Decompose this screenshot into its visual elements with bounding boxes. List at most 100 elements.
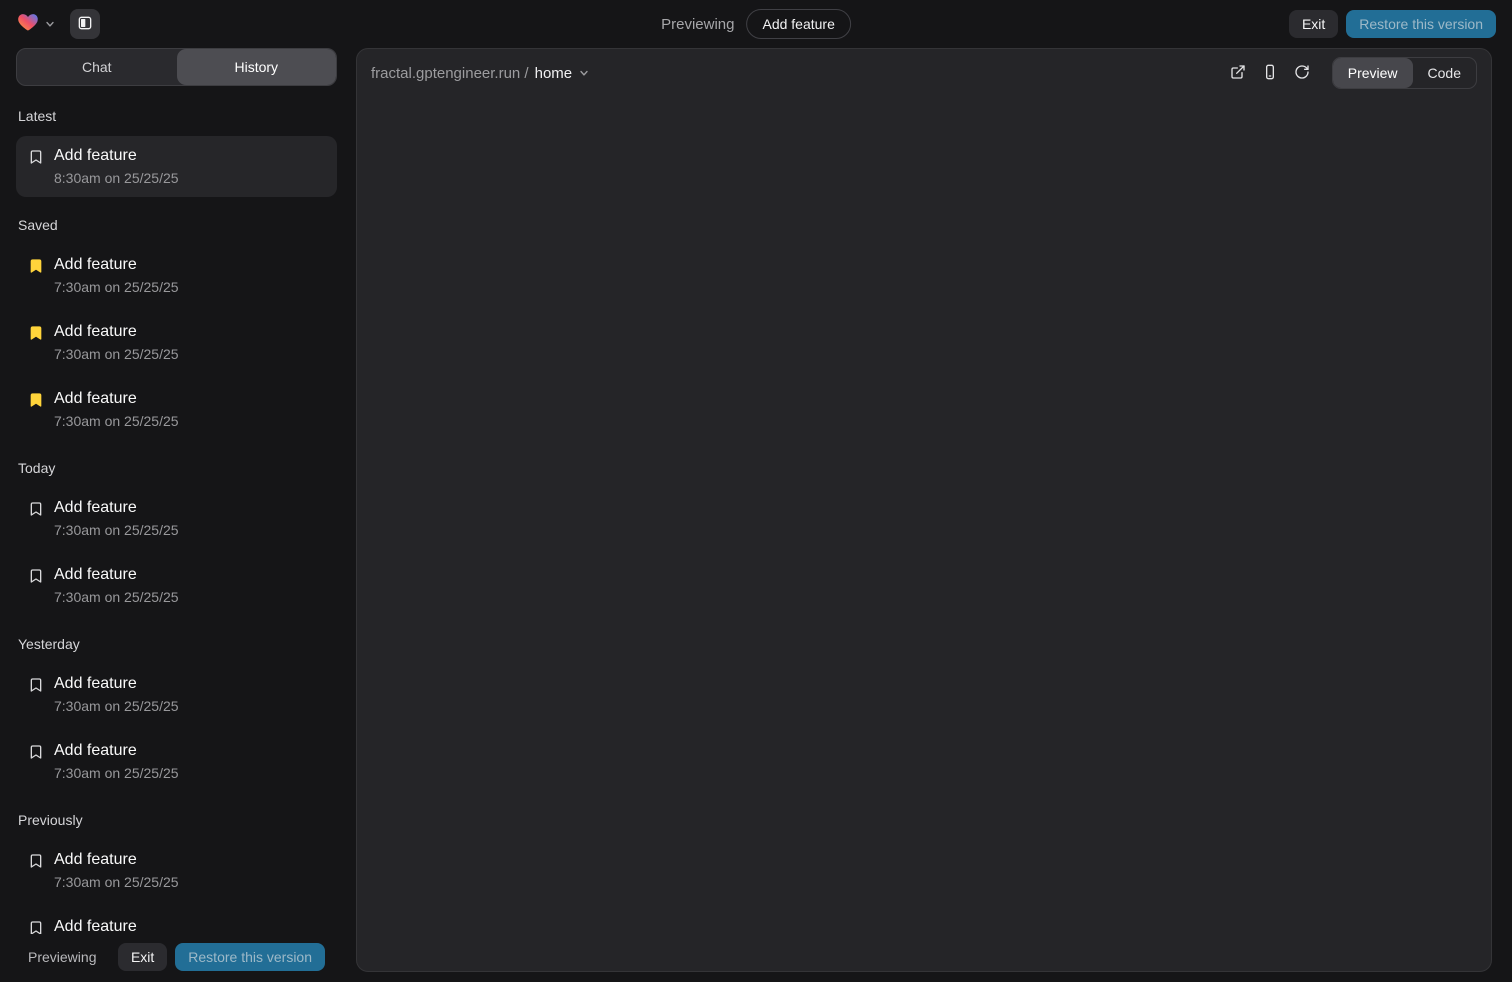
history-item-text: Add feature 7:30am on 25/25/25 <box>54 498 179 539</box>
sidebar-footer: Previewing Exit Restore this version <box>16 934 337 980</box>
app-window: Previewing Add feature Exit Restore this… <box>0 0 1512 982</box>
workspace-switcher[interactable] <box>16 11 56 38</box>
history-item-title: Add feature <box>54 146 179 165</box>
tab-history[interactable]: History <box>177 49 337 85</box>
history-item-time: 7:30am on 25/25/25 <box>54 765 179 782</box>
version-badge: Add feature <box>746 9 850 39</box>
bookmark-icon <box>28 744 44 782</box>
history-section: Previously Add feature 7:30am on 25/25/2… <box>16 812 337 934</box>
footer-actions: Exit Restore this version <box>118 943 325 971</box>
previewing-label: Previewing <box>661 16 734 33</box>
view-mode-tabs: PreviewCode <box>1332 57 1477 89</box>
history-item-time: 7:30am on 25/25/25 <box>54 522 179 539</box>
history-item-time: 7:30am on 25/25/25 <box>54 279 179 296</box>
bookmark-icon <box>28 392 44 430</box>
url-prefix: fractal.gptengineer.run / <box>371 65 529 82</box>
history-item[interactable]: Add feature 7:30am on 25/25/25 <box>16 245 337 306</box>
sidebar-tabs: ChatHistory <box>16 48 337 86</box>
history-item[interactable]: Add feature 7:30am on 25/25/25 <box>16 379 337 440</box>
bookmark-icon <box>28 853 44 891</box>
history-section: Latest Add feature 8:30am on 25/25/25 <box>16 108 337 197</box>
bookmark-icon <box>28 677 44 715</box>
history-item-text: Add feature 7:30am on 25/25/25 <box>54 917 179 934</box>
preview-topbar: fractal.gptengineer.run / home <box>357 49 1491 97</box>
history-section-label: Latest <box>18 108 337 124</box>
history-item-text: Add feature 8:30am on 25/25/25 <box>54 146 179 187</box>
history-item-text: Add feature 7:30am on 25/25/25 <box>54 674 179 715</box>
history-item-time: 7:30am on 25/25/25 <box>54 589 179 606</box>
history-item-title: Add feature <box>54 741 179 760</box>
tab-chat[interactable]: Chat <box>17 49 177 85</box>
sidebar: ChatHistory Latest Add feature 8:30am on… <box>16 48 337 982</box>
exit-button[interactable]: Exit <box>1289 10 1338 38</box>
history-item-title: Add feature <box>54 917 179 934</box>
history-item-text: Add feature 7:30am on 25/25/25 <box>54 565 179 606</box>
preview-controls: PreviewCode <box>1224 57 1477 89</box>
history-section: Yesterday Add feature 7:30am on 25/25/25 <box>16 636 337 792</box>
lovable-heart-logo <box>16 11 40 38</box>
history-item-time: 8:30am on 25/25/25 <box>54 170 179 187</box>
bookmark-icon <box>28 501 44 539</box>
history-item[interactable]: Add feature 7:30am on 25/25/25 <box>16 555 337 616</box>
mobile-view-button[interactable] <box>1256 59 1284 87</box>
view-tab-code[interactable]: Code <box>1413 58 1476 88</box>
history-item[interactable]: Add feature 7:30am on 25/25/25 <box>16 312 337 373</box>
chevron-down-icon <box>578 67 590 79</box>
history-item-title: Add feature <box>54 565 179 584</box>
bookmark-icon <box>28 258 44 296</box>
header-actions: Exit Restore this version <box>1289 10 1496 38</box>
history-item-text: Add feature 7:30am on 25/25/25 <box>54 741 179 782</box>
history-item-title: Add feature <box>54 389 179 408</box>
history-item-title: Add feature <box>54 255 179 274</box>
history-item-text: Add feature 7:30am on 25/25/25 <box>54 389 179 430</box>
history-item-text: Add feature 7:30am on 25/25/25 <box>54 850 179 891</box>
panel-left-icon <box>77 15 93 34</box>
history-item-text: Add feature 7:30am on 25/25/25 <box>54 322 179 363</box>
history-section: Today Add feature 7:30am on 25/25/25 Add <box>16 460 337 616</box>
history-section-label: Saved <box>18 217 337 233</box>
bookmark-icon <box>28 325 44 363</box>
preview-panel: fractal.gptengineer.run / home <box>356 48 1492 972</box>
history-item[interactable]: Add feature 7:30am on 25/25/25 <box>16 664 337 725</box>
history-section-items: Add feature 7:30am on 25/25/25 Add featu… <box>16 840 337 934</box>
url-current-page: home <box>535 65 573 82</box>
open-in-new-tab-button[interactable] <box>1224 59 1252 87</box>
chevron-down-icon <box>44 18 56 30</box>
history-item-time: 7:30am on 25/25/25 <box>54 874 179 891</box>
history-item-title: Add feature <box>54 498 179 517</box>
history-section-items: Add feature 7:30am on 25/25/25 Add featu… <box>16 245 337 440</box>
top-header: Previewing Add feature Exit Restore this… <box>0 0 1512 48</box>
history-item[interactable]: Add feature 8:30am on 25/25/25 <box>16 136 337 197</box>
history-section-label: Today <box>18 460 337 476</box>
history-item-title: Add feature <box>54 674 179 693</box>
history-item[interactable]: Add feature 7:30am on 25/25/25 <box>16 731 337 792</box>
history-item[interactable]: Add feature 7:30am on 25/25/25 <box>16 907 337 934</box>
refresh-button[interactable] <box>1288 59 1316 87</box>
header-status: Previewing Add feature <box>661 9 851 39</box>
header-left <box>16 9 100 39</box>
footer-previewing-label: Previewing <box>28 949 96 965</box>
history-section-items: Add feature 7:30am on 25/25/25 Add featu… <box>16 488 337 616</box>
history-section-items: Add feature 8:30am on 25/25/25 <box>16 136 337 197</box>
restore-version-button[interactable]: Restore this version <box>1346 10 1496 38</box>
refresh-icon <box>1294 64 1310 83</box>
bookmark-icon <box>28 920 44 934</box>
bookmark-icon <box>28 149 44 187</box>
history-section-label: Yesterday <box>18 636 337 652</box>
history-item-title: Add feature <box>54 850 179 869</box>
history-item-time: 7:30am on 25/25/25 <box>54 698 179 715</box>
history-section: Saved Add feature 7:30am on 25/25/25 Add <box>16 217 337 440</box>
footer-restore-version-button[interactable]: Restore this version <box>175 943 325 971</box>
view-tab-preview[interactable]: Preview <box>1333 58 1413 88</box>
bookmark-icon <box>28 568 44 606</box>
preview-viewport[interactable] <box>357 97 1491 971</box>
history-item-text: Add feature 7:30am on 25/25/25 <box>54 255 179 296</box>
history-item-title: Add feature <box>54 322 179 341</box>
external-link-icon <box>1230 64 1246 83</box>
history-item[interactable]: Add feature 7:30am on 25/25/25 <box>16 840 337 901</box>
footer-exit-button[interactable]: Exit <box>118 943 167 971</box>
history-list: Latest Add feature 8:30am on 25/25/25 Sa… <box>16 86 337 934</box>
url-dropdown[interactable]: fractal.gptengineer.run / home <box>371 65 590 82</box>
sidebar-toggle-button[interactable] <box>70 9 100 39</box>
history-item[interactable]: Add feature 7:30am on 25/25/25 <box>16 488 337 549</box>
